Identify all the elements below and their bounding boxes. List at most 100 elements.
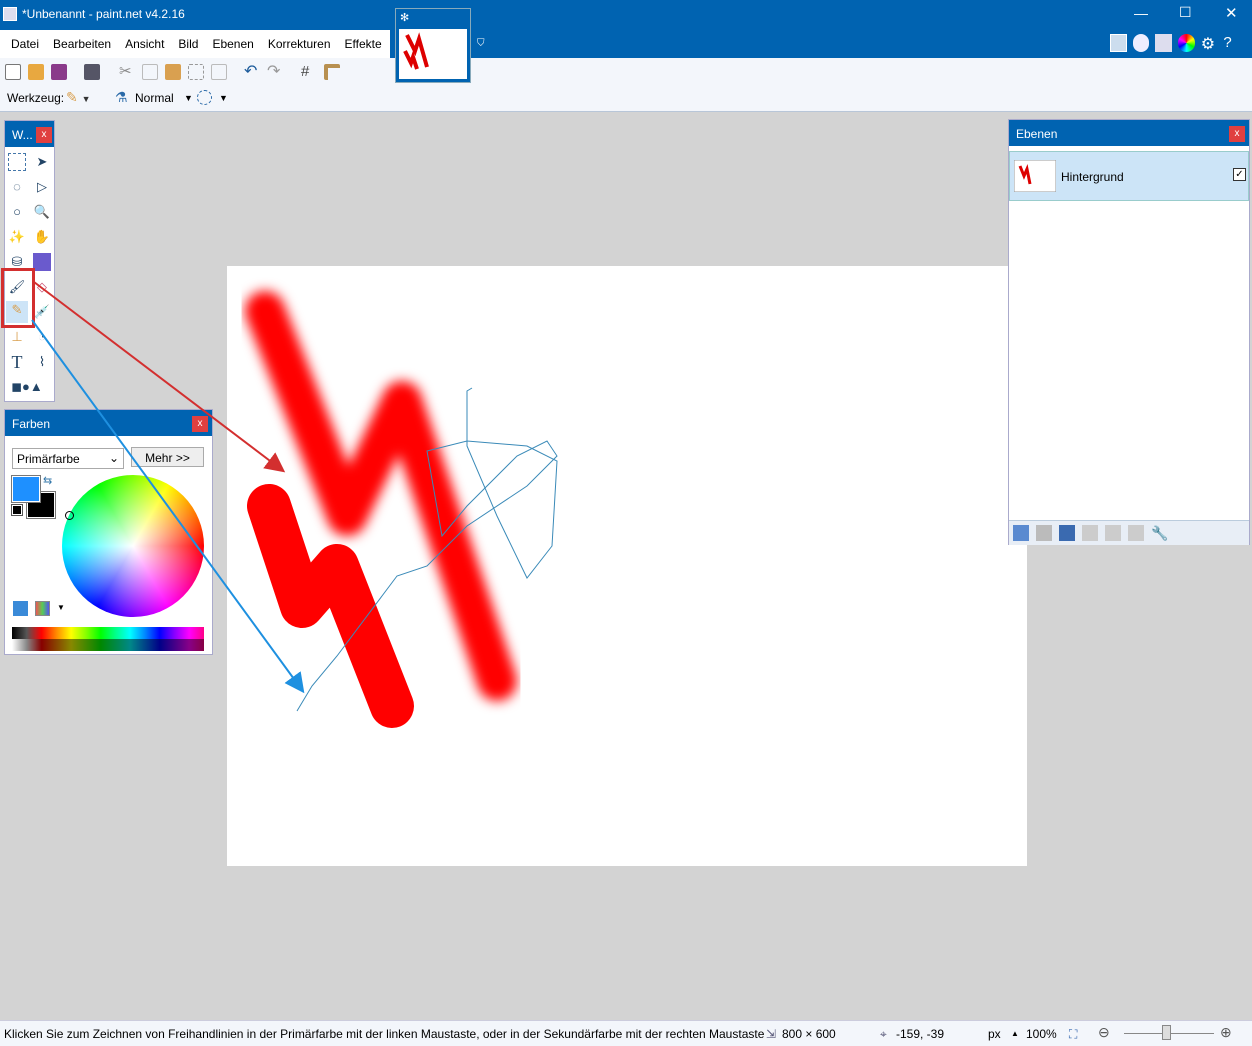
merge-layer-icon[interactable] [1082,525,1098,541]
print-icon[interactable] [84,64,100,80]
color-wheel-cursor[interactable] [65,511,74,520]
more-button[interactable]: Mehr >> [131,447,204,467]
color-picker-icon[interactable]: 💉 [33,303,51,321]
grid-icon[interactable]: # [301,64,317,80]
colors-icon[interactable] [1178,34,1195,52]
layer-visibility-checkbox[interactable]: ✓ [1233,168,1246,181]
menu-datei[interactable]: Datei [4,37,46,51]
gradient-icon[interactable] [33,253,51,271]
blend-icon: ⚗ [115,89,128,105]
redo-icon[interactable]: ↷ [267,64,283,80]
shapes-icon[interactable]: ◼●▲ [10,378,44,396]
blend-mode-dropdown[interactable]: Normal [135,91,174,105]
add-palette-color-icon[interactable] [13,601,28,616]
image-tab[interactable]: ✻ [395,8,471,83]
menu-bild[interactable]: Bild [171,37,205,51]
palette-icon[interactable] [35,601,50,616]
layer-thumbnail [1014,160,1056,192]
layer-row[interactable]: Hintergrund ✓ [1009,151,1249,201]
maximize-button[interactable]: ☐ [1179,4,1192,21]
layer-name: Hintergrund [1061,170,1124,184]
layers-icon[interactable] [1155,34,1173,52]
settings-icon[interactable]: ⚙ [1201,34,1218,54]
paste-icon[interactable] [165,64,181,80]
reset-colors-icon[interactable] [11,504,23,516]
history-icon[interactable] [1132,34,1150,52]
menu-ansicht[interactable]: Ansicht [118,37,171,51]
zoom-in-icon[interactable]: ⊕ [1220,1024,1232,1041]
crop-icon[interactable] [188,64,204,80]
cursor-position: -159, -39 [896,1027,945,1041]
antialias-icon[interactable] [197,90,212,105]
menu-bearbeiten[interactable]: Bearbeiten [46,37,118,51]
copy-icon[interactable] [142,64,158,80]
pencil-tool-dropdown[interactable]: ✎ ▼ [66,89,91,106]
menu-effekte[interactable]: Effekte [338,37,389,51]
layers-panel-close[interactable]: x [1229,126,1245,142]
color-target-value: Primärfarbe [17,452,80,466]
zoom-to-window-icon[interactable]: ⛶ [1069,1027,1077,1042]
deselect-icon[interactable] [211,64,227,80]
swap-colors-icon[interactable]: ⇆ [43,474,52,487]
image-canvas[interactable] [227,266,1027,866]
magic-wand-icon[interactable]: ✨ [8,228,26,246]
move-selected-icon[interactable]: ➤ [33,153,51,171]
tools-panel: W... x ➤ ◌ ▷ ○ 🔍 ✨ ✋ ⛁ 🖌 ◇ ✎ 💉 ⊥ ◔ T ⌇ ◼… [4,120,55,402]
zoom-slider-thumb[interactable] [1162,1025,1171,1040]
zoom-out-icon[interactable]: ⊖ [1098,1024,1110,1041]
menu-ebenen[interactable]: Ebenen [205,37,260,51]
move-layer-up-icon[interactable] [1105,525,1121,541]
pan-icon[interactable]: ✋ [33,228,51,246]
unit-chevron-icon[interactable]: ▲ [1011,1029,1019,1038]
duplicate-layer-icon[interactable] [1059,525,1075,541]
move-layer-down-icon[interactable] [1128,525,1144,541]
layers-toolbar: 🔧 [1009,520,1249,545]
ellipse-select-icon[interactable]: ○ [8,203,26,221]
new-icon[interactable] [5,64,21,80]
modified-icon: ✻ [400,12,410,24]
chevron-down-icon: ⌄ [108,451,119,465]
undo-icon[interactable]: ↶ [244,64,260,80]
color-target-select[interactable]: Primärfarbe ⌄ [12,448,124,469]
minimize-button[interactable]: — [1134,5,1148,21]
colors-panel-title: Farben [5,410,212,436]
lasso-icon[interactable]: ◌ [8,178,26,196]
zoom-icon[interactable]: 🔍 [33,203,51,221]
colors-panel-close[interactable]: x [192,416,208,432]
eraser-icon[interactable]: ◇ [33,278,51,296]
cursor-position-icon: ⌖ [880,1027,887,1041]
highlight-box [1,268,35,328]
blend-chevron-icon[interactable]: ▼ [184,93,193,103]
primary-color-swatch[interactable] [11,475,41,503]
zoom-level[interactable]: 100% [1026,1027,1057,1041]
colors-panel: Farben x Primärfarbe ⌄ Mehr >> ⇆ ▼ [4,409,213,655]
ruler-icon[interactable] [324,64,340,80]
text-icon[interactable]: T [8,353,26,371]
open-icon[interactable] [28,64,44,80]
app-icon [3,7,17,21]
line-curve-icon[interactable]: ⌇ [33,353,51,371]
color-palette[interactable] [12,627,204,651]
unit-selector[interactable]: px [988,1027,1001,1041]
layer-properties-icon[interactable]: 🔧 [1151,525,1168,541]
close-button[interactable]: ✕ [1225,4,1238,22]
tools-panel-close[interactable]: x [36,127,52,143]
move-selection-icon[interactable]: ▷ [33,178,51,196]
delete-layer-icon[interactable] [1036,525,1052,541]
menu-korrekturen[interactable]: Korrekturen [261,37,338,51]
clone-stamp-icon[interactable]: ⊥ [8,328,26,346]
cut-icon[interactable]: ✂ [119,64,135,80]
recolor-icon[interactable]: ◔ [33,328,51,346]
layers-panel-title: Ebenen [1009,120,1249,146]
save-icon[interactable] [51,64,67,80]
tools-toggle-icon[interactable] [1110,34,1127,52]
tab-dropdown-icon[interactable]: ⛉ [477,38,485,49]
tool-label: Werkzeug: [7,91,65,105]
palette-dropdown-icon[interactable]: ▼ [57,603,65,612]
image-size: 800 × 600 [782,1027,836,1041]
help-icon[interactable]: ? [1223,34,1240,54]
rectangle-select-icon[interactable] [8,153,26,171]
add-layer-icon[interactable] [1013,525,1029,541]
antialias-chevron-icon[interactable]: ▼ [219,93,228,103]
color-wheel[interactable] [62,475,204,617]
